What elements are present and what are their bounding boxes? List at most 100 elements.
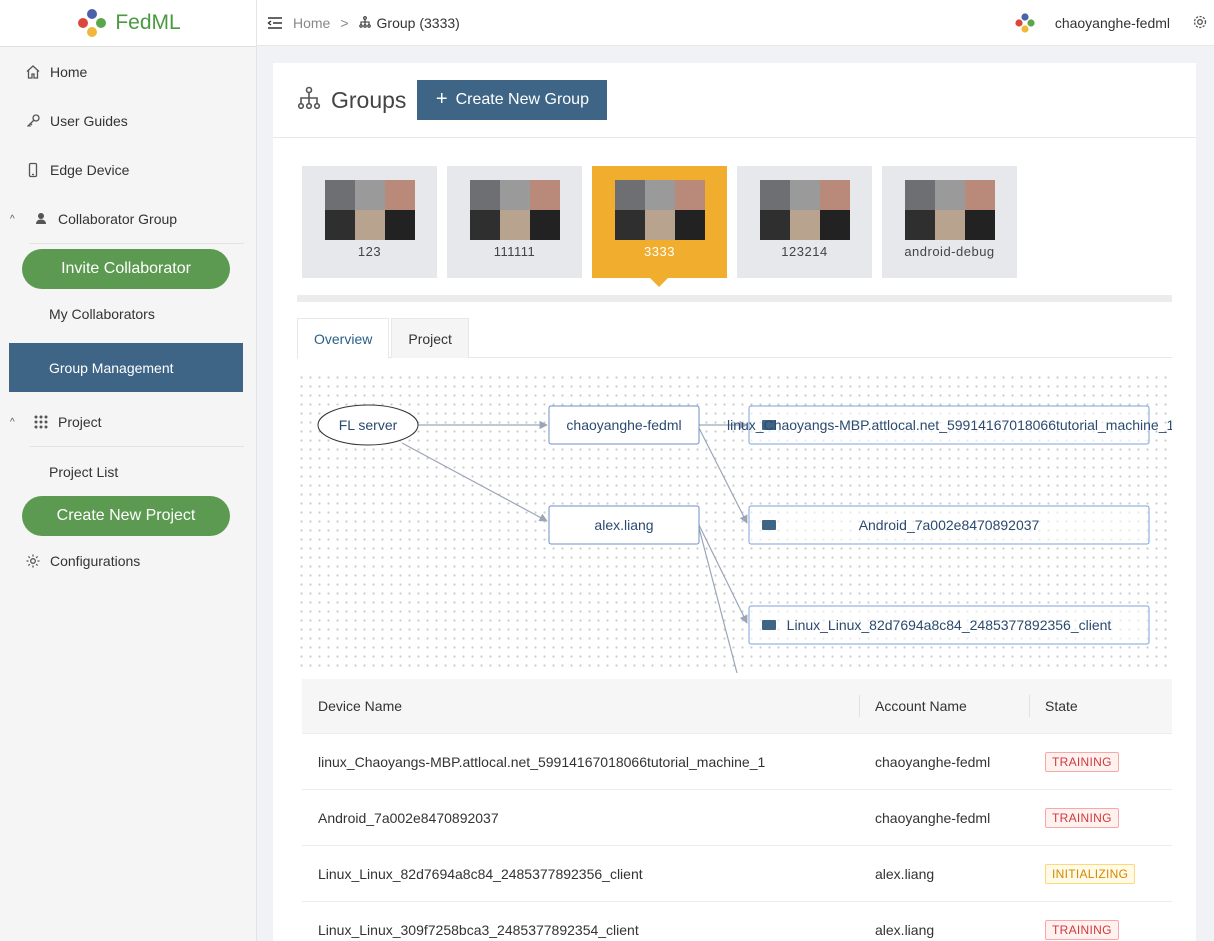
gear-icon <box>24 552 42 570</box>
node-device-label: linux_Chaoyangs-MBP.attlocal.net_5991416… <box>727 417 1172 433</box>
cell-device-name: Linux_Linux_82d7694a8c84_2485377892356_c… <box>318 865 643 882</box>
sidebar-item-label: Project <box>58 414 102 430</box>
user-name[interactable]: chaoyanghe-fedml <box>1055 15 1170 31</box>
cell-account-name: alex.liang <box>875 865 935 882</box>
status-badge: INITIALIZING <box>1045 863 1136 884</box>
avatar[interactable] <box>1014 12 1036 39</box>
column-divider <box>859 695 860 717</box>
column-divider <box>1029 695 1030 717</box>
laptop-icon <box>762 620 776 630</box>
chevron-up-icon: ^ <box>10 416 15 428</box>
group-avatar-mosaic <box>759 180 850 240</box>
group-avatar-mosaic <box>904 180 995 240</box>
sidebar-item-label: Project List <box>49 464 119 480</box>
group-tile[interactable]: android-debug <box>882 166 1017 278</box>
edge-user2-device4 <box>698 527 738 673</box>
cell-account-name: chaoyanghe-fedml <box>875 809 991 826</box>
card-header: Groups + Create New Group <box>273 63 1196 138</box>
sidebar-item-home[interactable]: Home <box>0 48 257 96</box>
sidebar-item-user-guides[interactable]: User Guides <box>0 97 257 145</box>
sidebar-item-my-collaborators[interactable]: My Collaborators <box>0 290 257 338</box>
key-icon <box>24 112 42 130</box>
sidebar-item-edge-device[interactable]: Edge Device <box>0 146 257 194</box>
cell-state: TRAINING <box>1029 807 1172 828</box>
sidebar-item-label: Configurations <box>50 553 141 569</box>
cell-device-name: Linux_Linux_309f7258bca3_2485377892354_c… <box>318 921 639 938</box>
cell-device-name: Android_7a002e8470892037 <box>318 809 499 826</box>
table-row[interactable]: Android_7a002e8470892037 chaoyanghe-fedm… <box>302 790 1172 846</box>
sidebar-item-label: Edge Device <box>50 162 130 178</box>
node-fl-server-label: FL server <box>339 417 398 433</box>
tab-bar: Overview Project <box>297 318 1172 359</box>
table-row[interactable]: Linux_Linux_82d7694a8c84_2485377892356_c… <box>302 846 1172 902</box>
sidebar-item-label: My Collaborators <box>49 306 155 322</box>
create-new-group-button[interactable]: + Create New Group <box>417 80 608 120</box>
edge-user2-device3 <box>698 524 748 624</box>
groups-card: Groups + Create New Group 123 111111 333… <box>273 63 1196 941</box>
sidebar-group-collaborator[interactable]: ^ Collaborator Group <box>0 195 257 243</box>
menu-fold-icon[interactable] <box>267 15 283 36</box>
group-tree-icon <box>358 15 371 31</box>
group-tile[interactable]: 123214 <box>737 166 872 278</box>
node-user-label: alex.liang <box>594 517 653 533</box>
divider <box>297 295 1172 302</box>
logo[interactable]: FedML <box>0 0 256 47</box>
divider <box>30 243 244 244</box>
status-badge: TRAINING <box>1045 919 1119 940</box>
group-tiles: 123 111111 3333 123214 android-debug <box>302 166 1027 287</box>
group-name: android-debug <box>904 244 995 259</box>
topology-graph-svg: FL server chaoyanghe-fedml alex.liang li… <box>317 404 1172 673</box>
laptop-icon <box>762 520 776 530</box>
plus-icon: + <box>435 87 448 110</box>
sidebar-item-label: Home <box>50 64 88 80</box>
cell-account-name: alex.liang <box>875 921 935 938</box>
group-tile[interactable]: 111111 <box>447 166 582 278</box>
cell-state: INITIALIZING <box>1029 863 1172 884</box>
home-icon <box>24 63 42 81</box>
breadcrumb: Home > Group (3333) <box>257 15 460 31</box>
sidebar-item-project-list[interactable]: Project List <box>0 448 257 496</box>
sidebar-item-configurations[interactable]: Configurations <box>0 537 257 585</box>
table-header: Device Name Account Name State <box>302 679 1172 734</box>
divider <box>30 446 244 447</box>
table-row[interactable]: Linux_Linux_309f7258bca3_2485377892354_c… <box>302 902 1172 941</box>
group-tile-active[interactable]: 3333 <box>592 166 727 287</box>
create-new-project-button[interactable]: Create New Project <box>22 496 230 536</box>
mobile-icon <box>24 161 42 179</box>
topology-graph[interactable]: FL server chaoyanghe-fedml alex.liang li… <box>297 373 1172 673</box>
breadcrumb-current: Group (3333) <box>376 14 460 31</box>
group-tile[interactable]: 123 <box>302 166 437 278</box>
group-avatar-mosaic <box>324 180 415 240</box>
fedml-logo-icon <box>78 9 107 37</box>
create-new-group-label: Create New Group <box>455 91 589 108</box>
cell-account-name: chaoyanghe-fedml <box>875 753 991 770</box>
group-name: 123214 <box>781 244 828 259</box>
table-row[interactable]: linux_Chaoyangs-MBP.attlocal.net_5991416… <box>302 734 1172 790</box>
logo-text: FedML <box>115 11 181 34</box>
invite-collaborator-button[interactable]: Invite Collaborator <box>22 249 230 289</box>
column-header-device: Device Name <box>318 698 403 714</box>
breadcrumb-separator: > <box>340 14 349 31</box>
node-device-label: Android_7a002e8470892037 <box>859 517 1040 533</box>
settings-gear-icon[interactable] <box>1192 14 1208 35</box>
page-title: Groups <box>331 86 407 113</box>
sidebar-item-group-management[interactable]: Group Management <box>9 343 243 392</box>
node-device-label: Linux_Linux_82d7694a8c84_2485377892356_c… <box>787 617 1112 633</box>
edge-user1-device2 <box>698 427 748 524</box>
breadcrumb-home[interactable]: Home <box>293 15 330 31</box>
grid-dots-icon <box>32 413 50 431</box>
tab-project[interactable]: Project <box>391 318 469 358</box>
group-name: 111111 <box>493 244 536 259</box>
group-name: 3333 <box>644 244 675 259</box>
user-icon <box>32 210 50 228</box>
status-badge: TRAINING <box>1045 751 1119 772</box>
sidebar-group-project[interactable]: ^ Project <box>0 398 257 446</box>
sidebar: FedML Home User Guides Edge Device ^ Col… <box>0 0 257 941</box>
node-user-label: chaoyanghe-fedml <box>566 417 681 433</box>
group-avatar-mosaic <box>469 180 560 240</box>
group-avatar-mosaic <box>614 180 705 240</box>
tab-overview[interactable]: Overview <box>297 318 390 359</box>
cell-device-name: linux_Chaoyangs-MBP.attlocal.net_5991416… <box>318 753 766 770</box>
group-name: 123 <box>357 244 382 259</box>
status-badge: TRAINING <box>1045 807 1119 828</box>
